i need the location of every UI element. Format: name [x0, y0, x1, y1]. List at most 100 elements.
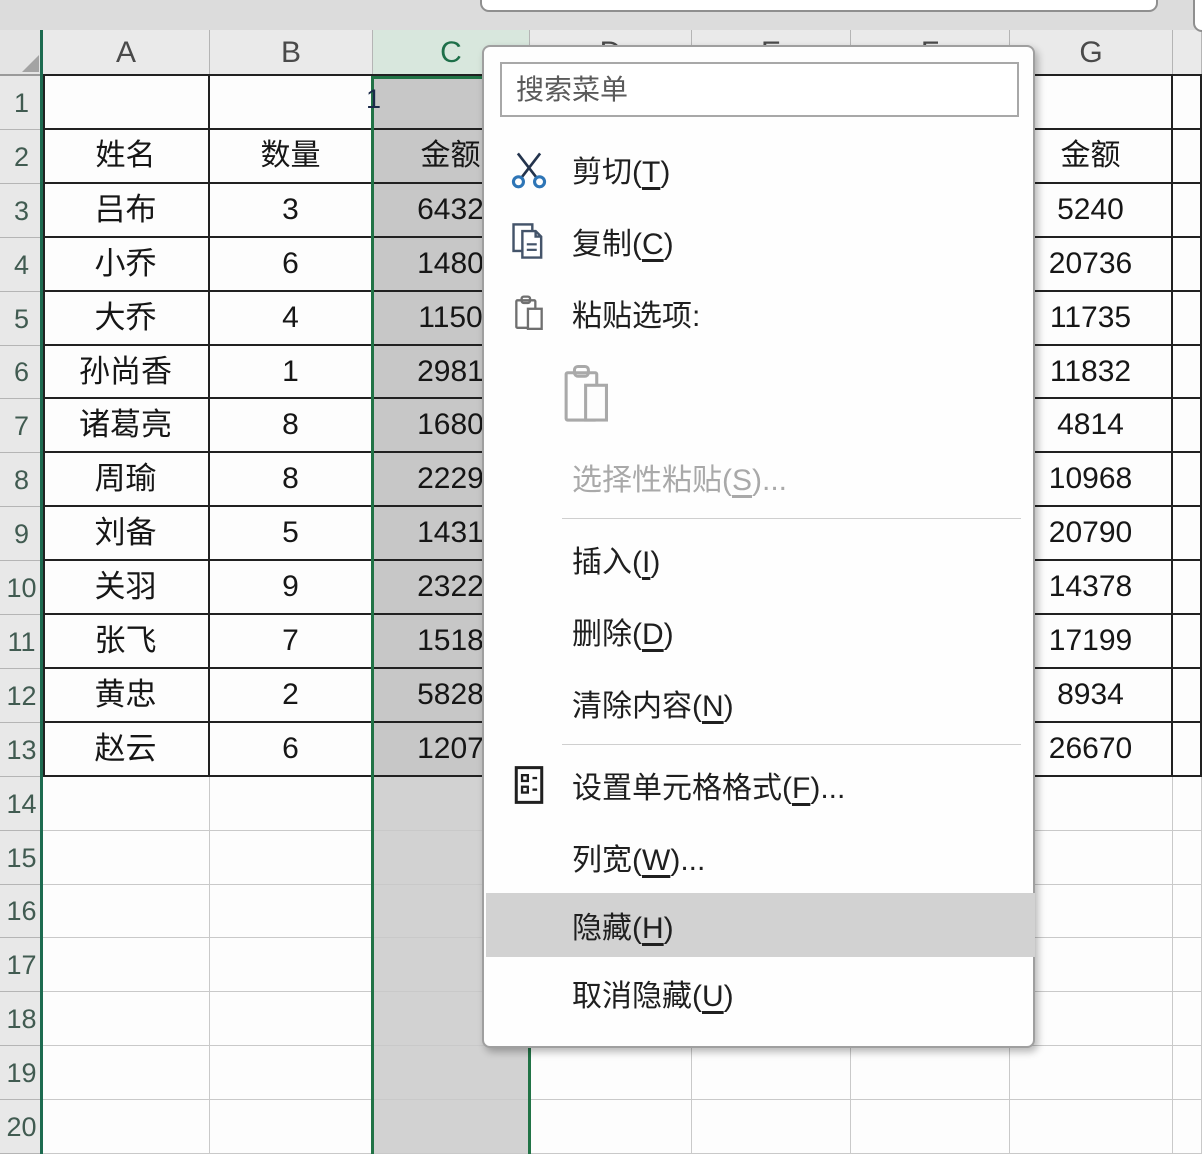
cell[interactable]: [1173, 292, 1202, 346]
row-header-17[interactable]: 17: [0, 938, 43, 992]
row-header-20[interactable]: 20: [0, 1100, 43, 1154]
cell-A8[interactable]: 周瑜: [43, 453, 210, 507]
cell[interactable]: [1173, 561, 1202, 615]
cell[interactable]: [1173, 885, 1202, 938]
row-header-10[interactable]: 10: [0, 561, 43, 615]
cell[interactable]: [43, 76, 210, 130]
menu-item-column-width[interactable]: 列宽(W)...: [486, 821, 1035, 893]
menu-item-insert[interactable]: 插入(I): [486, 523, 1035, 595]
cell[interactable]: [1173, 777, 1202, 831]
cell[interactable]: [43, 885, 210, 938]
menu-item-paste-special[interactable]: 选择性粘贴(S)...: [486, 441, 1035, 513]
column-header-A[interactable]: A: [43, 30, 210, 76]
cell-B11[interactable]: 7: [210, 615, 373, 669]
cell[interactable]: [851, 1100, 1010, 1154]
cell-B6[interactable]: 1: [210, 346, 373, 399]
cell[interactable]: [373, 1100, 530, 1154]
row-header-5[interactable]: 5: [0, 292, 43, 346]
cell[interactable]: [210, 938, 373, 992]
menu-item-cut[interactable]: 剪切(T): [486, 133, 1035, 205]
row-header-16[interactable]: 16: [0, 885, 43, 938]
row-header-18[interactable]: 18: [0, 992, 43, 1046]
cell[interactable]: [1173, 992, 1202, 1046]
cell-B4[interactable]: 6: [210, 238, 373, 292]
menu-item-paste-disabled[interactable]: [486, 349, 1035, 441]
cell-A13[interactable]: 赵云: [43, 723, 210, 777]
cell[interactable]: [210, 1100, 373, 1154]
row-header-6[interactable]: 6: [0, 346, 43, 399]
cell-A5[interactable]: 大乔: [43, 292, 210, 346]
row-header-14[interactable]: 14: [0, 777, 43, 831]
cell-A6[interactable]: 孙尚香: [43, 346, 210, 399]
select-all-button[interactable]: [0, 30, 43, 76]
cell[interactable]: [1173, 669, 1202, 723]
cell[interactable]: [1173, 238, 1202, 292]
row-header-11[interactable]: 11: [0, 615, 43, 669]
row-header-19[interactable]: 19: [0, 1046, 43, 1100]
menu-search-input[interactable]: 搜索菜单: [500, 62, 1019, 117]
cell-B10[interactable]: 9: [210, 561, 373, 615]
cell[interactable]: [43, 777, 210, 831]
menu-item-paste-options[interactable]: 粘贴选项:: [486, 277, 1035, 349]
row-header-7[interactable]: 7: [0, 399, 43, 453]
cell[interactable]: [210, 992, 373, 1046]
cell-B5[interactable]: 4: [210, 292, 373, 346]
cell[interactable]: [1173, 453, 1202, 507]
menu-item-hide[interactable]: 隐藏(H): [486, 893, 1035, 957]
cell[interactable]: [1173, 184, 1202, 238]
cell-B8[interactable]: 8: [210, 453, 373, 507]
cell[interactable]: [210, 76, 373, 130]
row-header-4[interactable]: 4: [0, 238, 43, 292]
cell[interactable]: [1173, 1100, 1202, 1154]
cell-B2[interactable]: 数量: [210, 130, 373, 184]
cell[interactable]: [1010, 1100, 1173, 1154]
cell[interactable]: [43, 938, 210, 992]
cell[interactable]: [1173, 76, 1202, 130]
cell-A10[interactable]: 关羽: [43, 561, 210, 615]
row-header-1[interactable]: 1: [0, 76, 43, 130]
cell[interactable]: [210, 1046, 373, 1100]
row-header-8[interactable]: 8: [0, 453, 43, 507]
cell-A11[interactable]: 张飞: [43, 615, 210, 669]
cell-B12[interactable]: 2: [210, 669, 373, 723]
cell-A12[interactable]: 黄忠: [43, 669, 210, 723]
cell[interactable]: [692, 1046, 851, 1100]
cell[interactable]: [210, 777, 373, 831]
cell[interactable]: [373, 1046, 530, 1100]
row-header-12[interactable]: 12: [0, 669, 43, 723]
cell[interactable]: [530, 1100, 692, 1154]
row-header-9[interactable]: 9: [0, 507, 43, 561]
cell-B7[interactable]: 8: [210, 399, 373, 453]
row-header-15[interactable]: 15: [0, 831, 43, 885]
cell[interactable]: [530, 1046, 692, 1100]
cell[interactable]: [1173, 130, 1202, 184]
cell[interactable]: [1010, 1046, 1173, 1100]
column-header-B[interactable]: B: [210, 30, 373, 76]
cell[interactable]: [1173, 723, 1202, 777]
cell-A2[interactable]: 姓名: [43, 130, 210, 184]
cell[interactable]: [1173, 615, 1202, 669]
row-header-3[interactable]: 3: [0, 184, 43, 238]
cell[interactable]: [1173, 399, 1202, 453]
cell[interactable]: [1173, 346, 1202, 399]
cell-A9[interactable]: 刘备: [43, 507, 210, 561]
cell[interactable]: [692, 1100, 851, 1154]
cell[interactable]: [43, 992, 210, 1046]
cell[interactable]: [43, 1100, 210, 1154]
menu-item-clear-contents[interactable]: 清除内容(N): [486, 667, 1035, 739]
cell-B13[interactable]: 6: [210, 723, 373, 777]
row-header-2[interactable]: 2: [0, 130, 43, 184]
cell[interactable]: [1173, 831, 1202, 885]
cell-A7[interactable]: 诸葛亮: [43, 399, 210, 453]
cell-A3[interactable]: 吕布: [43, 184, 210, 238]
cell[interactable]: [210, 885, 373, 938]
cell[interactable]: [851, 1046, 1010, 1100]
menu-item-unhide[interactable]: 取消隐藏(U): [486, 957, 1035, 1029]
cell[interactable]: [1173, 507, 1202, 561]
cell-A4[interactable]: 小乔: [43, 238, 210, 292]
menu-item-copy[interactable]: 复制(C): [486, 205, 1035, 277]
cell[interactable]: [43, 1046, 210, 1100]
row-header-13[interactable]: 13: [0, 723, 43, 777]
cell[interactable]: [1173, 938, 1202, 992]
cell-B3[interactable]: 3: [210, 184, 373, 238]
